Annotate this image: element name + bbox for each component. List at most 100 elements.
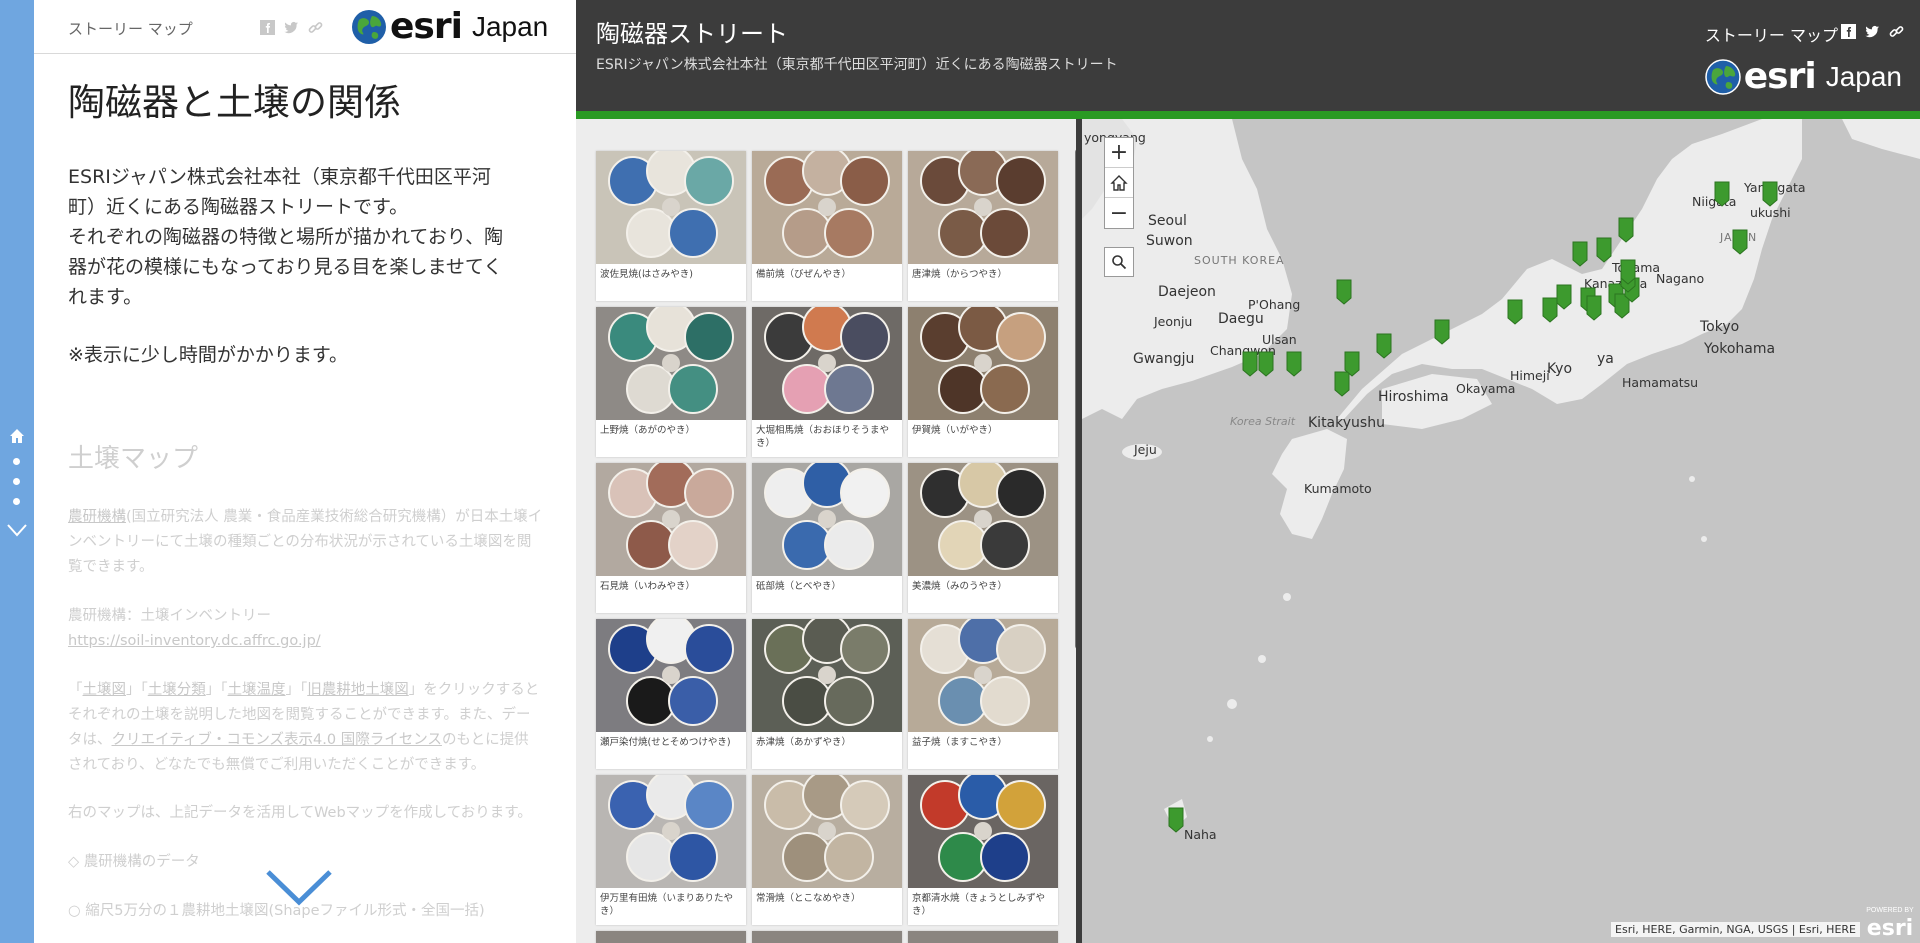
- story-map-label: ストーリー マップ: [68, 20, 193, 38]
- esri-japan-logo[interactable]: esri Japan: [1704, 56, 1902, 97]
- pottery-photo: [752, 307, 902, 420]
- pottery-photo: [596, 463, 746, 576]
- zoom-in-button[interactable]: +: [1105, 138, 1133, 168]
- pottery-photo: [752, 619, 902, 732]
- gallery-tile-partial[interactable]: [752, 931, 902, 943]
- soil-temp-link[interactable]: 土壌温度: [228, 682, 286, 698]
- search-button[interactable]: [1104, 247, 1134, 277]
- soil-paragraph-1: 農研機構(国立研究法人 農業・食品産業技術総合研究機構）が日本土壌インベントリー…: [68, 505, 543, 580]
- nav-dot-1[interactable]: [13, 458, 20, 465]
- home-extent-button[interactable]: [1105, 168, 1133, 198]
- map-pin-marker[interactable]: [1714, 181, 1730, 207]
- map-pin-marker[interactable]: [1586, 295, 1602, 321]
- gallery-tile[interactable]: 砥部焼（とべやき）: [752, 463, 902, 613]
- map-pin-marker[interactable]: [1242, 351, 1258, 377]
- tile-caption: 石見焼（いわみやき）: [600, 581, 696, 592]
- chevron-down-icon[interactable]: [6, 522, 28, 538]
- gallery-tile-partial[interactable]: [596, 931, 746, 943]
- esri-japan-logo[interactable]: esri Japan: [350, 6, 548, 47]
- gallery-tile[interactable]: 伊賀焼（いがやき）: [908, 307, 1058, 457]
- gallery-tile[interactable]: 大堀相馬焼（おおほりそうまやき）: [752, 307, 902, 457]
- label-jeonju: Jeonju: [1154, 314, 1193, 329]
- map-pin-marker[interactable]: [1596, 237, 1612, 263]
- powered-by-esri-logo[interactable]: POWERED BY esri: [1864, 903, 1916, 939]
- label-nagoya: ya: [1597, 351, 1614, 367]
- soil-inventory-label: 農研機構：土壌インベントリー: [68, 608, 271, 624]
- map-pin-marker[interactable]: [1556, 284, 1572, 310]
- label-pohang: P'Ohang: [1248, 297, 1301, 312]
- link-icon[interactable]: [308, 20, 323, 35]
- scroll-down-chevron-icon[interactable]: [264, 866, 334, 910]
- gallery-tile[interactable]: 瀬戸染付焼(せとそめつけやき): [596, 619, 746, 769]
- gallery-tile[interactable]: 伊万里有田焼（いまりありたやき）: [596, 775, 746, 925]
- soil-map-link[interactable]: 土壌図: [83, 682, 127, 698]
- twitter-icon[interactable]: [284, 20, 299, 35]
- label-kitakyushu: Kitakyushu: [1308, 415, 1385, 431]
- gallery-tile[interactable]: 常滑焼（とこなめやき）: [752, 775, 902, 925]
- map-pin-marker[interactable]: [1507, 299, 1523, 325]
- label-hamamatsu: Hamamatsu: [1622, 375, 1699, 390]
- soil-class-link[interactable]: 土壌分類: [148, 682, 206, 698]
- gallery-scrollbar[interactable]: [1075, 149, 1076, 649]
- nav-dot-3[interactable]: [13, 498, 20, 505]
- pottery-photo: [596, 151, 746, 264]
- soil-inventory-link[interactable]: https://soil-inventory.dc.affrc.go.jp/: [68, 633, 321, 649]
- facebook-icon[interactable]: [1841, 24, 1856, 39]
- zoom-out-button[interactable]: −: [1105, 198, 1133, 228]
- cc-license-link[interactable]: クリエイティブ・コモンズ表示4.0 国際ライセンス: [112, 732, 442, 748]
- map-pin-marker[interactable]: [1434, 319, 1450, 345]
- twitter-icon[interactable]: [1865, 24, 1880, 39]
- map-pin-marker[interactable]: [1572, 241, 1588, 267]
- soil-map-heading: 土壌マップ: [68, 444, 199, 474]
- gallery-tile[interactable]: 備前焼（びぜんやき）: [752, 151, 902, 301]
- map-pin-marker[interactable]: [1286, 351, 1302, 377]
- gallery-tile-partial[interactable]: [908, 931, 1058, 943]
- gallery-tile[interactable]: 石見焼（いわみやき）: [596, 463, 746, 613]
- gallery-tile[interactable]: 美濃焼（みのうやき）: [908, 463, 1058, 613]
- nav-dot-2[interactable]: [13, 478, 20, 485]
- japan-wordmark: Japan: [471, 10, 549, 42]
- label-tokyo: Tokyo: [1700, 319, 1740, 335]
- gallery-tile[interactable]: 唐津焼（からつやき）: [908, 151, 1058, 301]
- description-line: 町）近くにある陶磁器ストリートです。: [68, 196, 409, 218]
- map-pin-marker[interactable]: [1336, 279, 1352, 305]
- label-okayama: Okayama: [1456, 381, 1516, 396]
- powered-by-label: POWERED BY: [1866, 907, 1914, 914]
- tile-caption: 備前焼（びぜんやき）: [756, 269, 852, 280]
- map-pin-marker[interactable]: [1618, 217, 1634, 243]
- map-pin-marker[interactable]: [1168, 807, 1184, 833]
- basemap: [1082, 119, 1920, 943]
- map-pin-marker[interactable]: [1376, 333, 1392, 359]
- gallery-tile[interactable]: 赤津焼（あかずやき）: [752, 619, 902, 769]
- map-pin-marker[interactable]: [1732, 229, 1748, 255]
- home-icon[interactable]: [9, 428, 25, 444]
- gallery-tile[interactable]: 京都清水焼（きょうとしみずやき）: [908, 775, 1058, 925]
- label-nagano: Nagano: [1656, 271, 1705, 286]
- social-share: [1841, 24, 1904, 39]
- old-soil-map-link[interactable]: 旧農耕地土壌図: [307, 682, 409, 698]
- soil-paragraph-3: 「土壌図」「土壌分類」「土壌温度」「旧農耕地土壌図」をクリックするとそれぞれの土…: [68, 682, 540, 773]
- gallery-tile[interactable]: 益子焼（ますこやき）: [908, 619, 1058, 769]
- facebook-icon[interactable]: [260, 20, 275, 35]
- label-kyoto: Kyo: [1547, 361, 1573, 377]
- map-pin-marker[interactable]: [1620, 259, 1636, 285]
- story-map-label: ストーリー マップ: [1704, 26, 1838, 45]
- map-pin-marker[interactable]: [1258, 351, 1274, 377]
- map-pin-marker[interactable]: [1762, 181, 1778, 207]
- tile-caption: 上野焼（あがのやき）: [600, 425, 696, 436]
- link-icon[interactable]: [1889, 24, 1904, 39]
- map-view[interactable]: yongyang Seoul Suwon SOUTH KOREA Daejeon…: [1082, 119, 1920, 943]
- side-header: ストーリー マップ esri Japan: [34, 0, 576, 54]
- tile-caption: 常滑焼（とこなめやき）: [756, 893, 861, 904]
- naro-link[interactable]: 農研機構: [68, 509, 126, 525]
- pottery-photo: [752, 151, 902, 264]
- gallery-tile[interactable]: 上野焼（あがのやき）: [596, 307, 746, 457]
- label-yokohama: Yokohama: [1704, 341, 1776, 357]
- description-line: 器が花の模様にもなっており見る目を楽しませてく: [68, 256, 503, 278]
- tile-caption: 大堀相馬焼（おおほりそうまやき）: [756, 425, 890, 449]
- map-pin-marker[interactable]: [1344, 351, 1360, 377]
- description-line: それぞれの陶磁器の特徴と場所が描かれており、陶: [68, 226, 504, 248]
- pottery-photo: [596, 619, 746, 732]
- label-naha: Naha: [1184, 827, 1217, 842]
- gallery-tile[interactable]: 波佐見焼(はさみやき): [596, 151, 746, 301]
